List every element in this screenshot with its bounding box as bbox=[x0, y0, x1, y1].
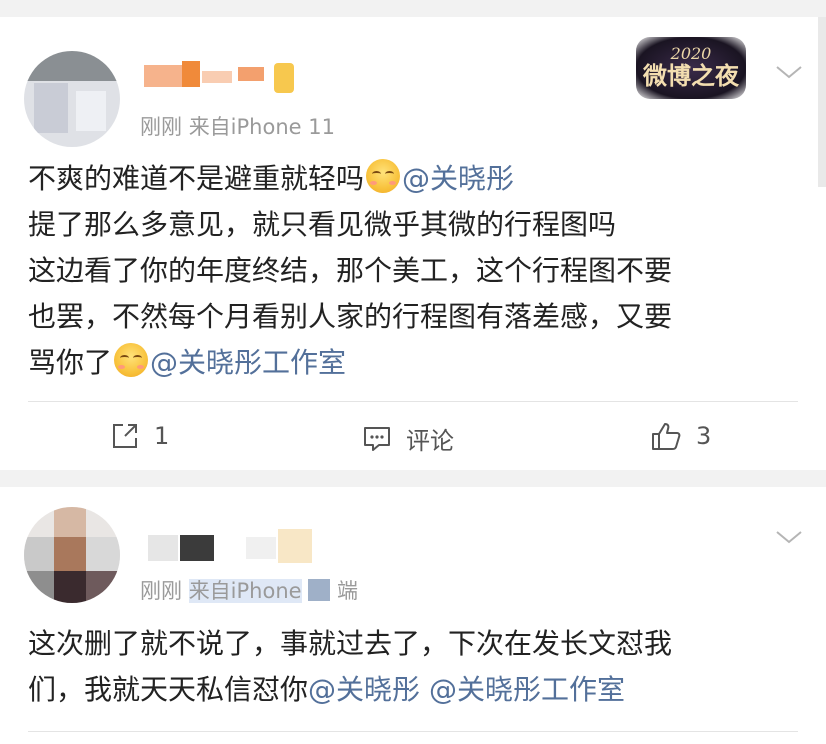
badge-year: 2020 bbox=[670, 44, 712, 63]
chevron-down-icon[interactable] bbox=[774, 527, 804, 547]
post-time: 刚刚 bbox=[140, 579, 182, 603]
mention-link[interactable]: @关晓彤工作室 bbox=[150, 346, 346, 379]
post-text: 不爽的难道不是避重就轻吗 bbox=[28, 162, 365, 195]
post-meta: 刚刚 来自iPhone 11 bbox=[140, 111, 335, 141]
weibo-post-card: 刚刚 来自iPhone 11 2020 微博之夜 不爽的难道不是避重就轻吗 @关晓… bbox=[0, 17, 826, 470]
badge-title: 微博之夜 bbox=[643, 61, 739, 90]
mention-link[interactable]: @关晓彤工作室 bbox=[429, 673, 625, 706]
post-source-tail: 端 bbox=[336, 579, 358, 603]
avatar[interactable] bbox=[24, 507, 120, 603]
chevron-down-icon[interactable] bbox=[774, 62, 804, 82]
like-count: 3 bbox=[696, 422, 712, 450]
post-line: 这次删了就不说了，事就过去了，下次在发长文怼我 bbox=[28, 621, 672, 667]
post-line: 也罢，不然每个月看别人家的行程图有落差感，又要 bbox=[28, 294, 672, 340]
divider bbox=[28, 731, 798, 732]
username[interactable] bbox=[140, 61, 300, 97]
post-text bbox=[420, 673, 429, 706]
post-text: 这次删了就不说了，事就过去了，下次在发长文怼我 bbox=[28, 627, 673, 660]
post-line: 这边看了你的年度终结，那个美工，这个行程图不要 bbox=[28, 248, 672, 294]
mention-link[interactable]: @关晓彤 bbox=[402, 162, 514, 195]
post-meta: 刚刚 来自iPhone 端 bbox=[140, 575, 358, 605]
post-text: 们，我就天天私信怼你 bbox=[28, 673, 309, 706]
mention-link[interactable]: @关晓彤 bbox=[308, 673, 420, 706]
post-line: 不爽的难道不是避重就轻吗 @关晓彤 bbox=[28, 156, 672, 202]
like-button[interactable]: 3 bbox=[650, 421, 711, 451]
avatar[interactable] bbox=[24, 51, 120, 147]
post-line: 提了那么多意见，就只看见微乎其微的行程图吗 bbox=[28, 202, 672, 248]
repost-icon bbox=[113, 424, 137, 448]
weibo-night-badge[interactable]: 2020 微博之夜 bbox=[636, 37, 746, 99]
post-text: 骂你了 bbox=[28, 346, 113, 379]
post-text: 这边看了你的年度终结，那个美工，这个行程图不要 bbox=[28, 254, 673, 287]
comment-button[interactable]: 评论 bbox=[362, 421, 454, 456]
redacted-block bbox=[308, 579, 331, 601]
post-source: 来自iPhone bbox=[188, 579, 302, 603]
post-line: 们，我就天天私信怼你@关晓彤 @关晓彤工作室 bbox=[28, 667, 672, 713]
post-body: 这次删了就不说了，事就过去了，下次在发长文怼我 们，我就天天私信怼你@关晓彤 @关… bbox=[28, 621, 672, 713]
smiling-emoji-icon bbox=[114, 343, 149, 377]
post-line: 骂你了 @关晓彤工作室 bbox=[28, 340, 672, 386]
weibo-post-card: 刚刚 来自iPhone 端 这次删了就不说了，事就过去了，下次在发长文怼我 们，我… bbox=[0, 487, 826, 744]
repost-button[interactable]: 1 bbox=[110, 421, 169, 451]
comment-label: 评论 bbox=[406, 427, 454, 455]
post-source: 来自iPhone 11 bbox=[188, 115, 335, 139]
divider bbox=[28, 401, 798, 402]
post-text: 提了那么多意见，就只看见微乎其微的行程图吗 bbox=[28, 208, 617, 241]
comment-icon bbox=[364, 426, 390, 451]
thumbs-up-icon bbox=[652, 423, 681, 450]
username[interactable] bbox=[148, 523, 318, 567]
repost-count: 1 bbox=[154, 422, 170, 450]
scrollbar[interactable] bbox=[818, 17, 826, 187]
smiling-emoji-icon bbox=[366, 159, 401, 193]
post-body: 不爽的难道不是避重就轻吗 @关晓彤提了那么多意见，就只看见微乎其微的行程图吗这边看… bbox=[28, 156, 672, 386]
post-time: 刚刚 bbox=[140, 115, 182, 139]
post-text: 也罢，不然每个月看别人家的行程图有落差感，又要 bbox=[28, 300, 673, 333]
